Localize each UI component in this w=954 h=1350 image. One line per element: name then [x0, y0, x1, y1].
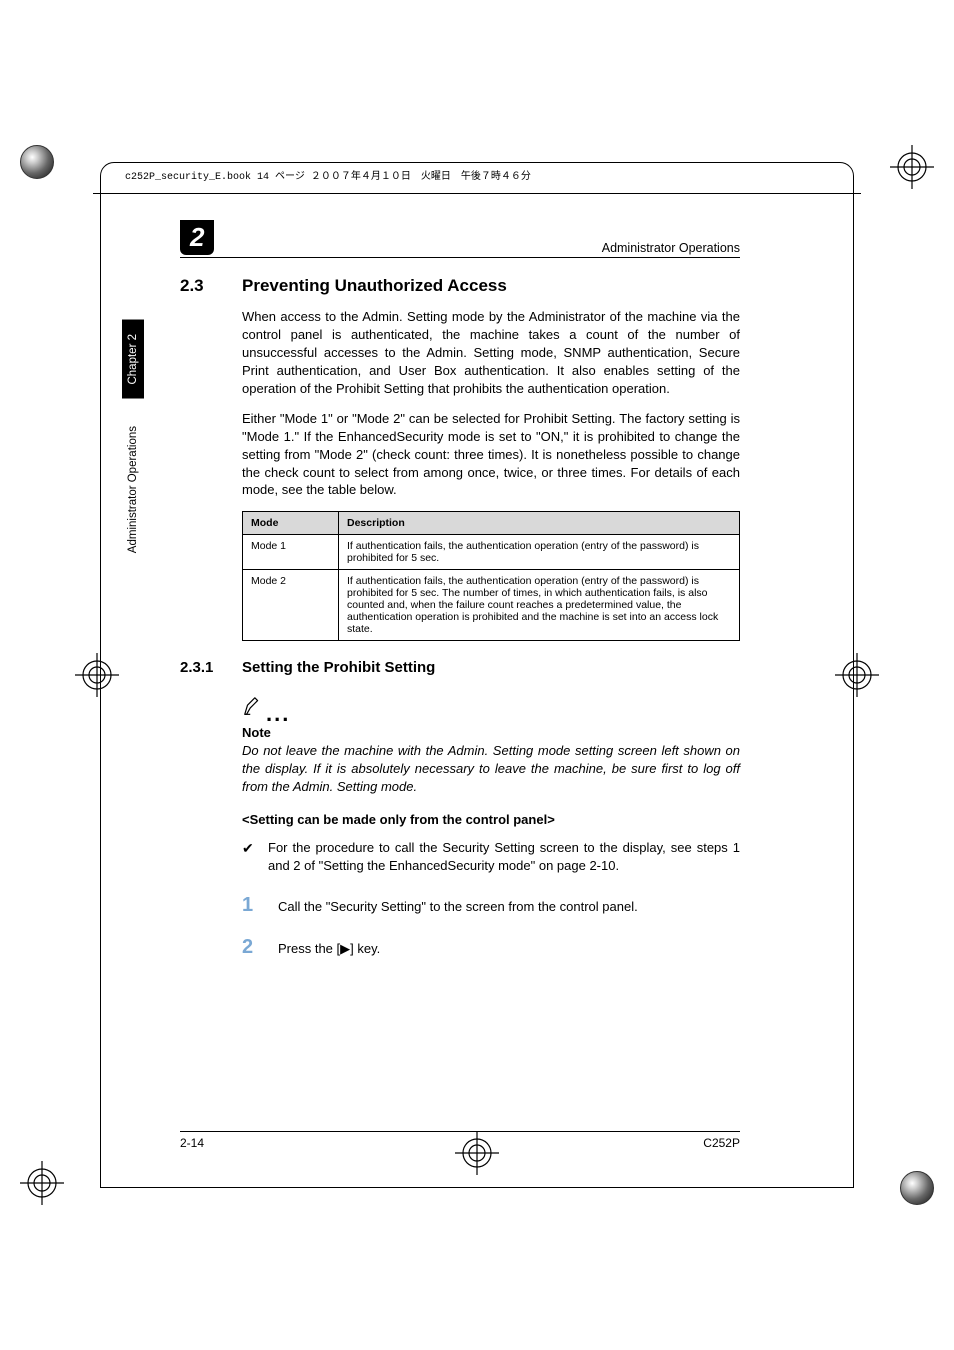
side-tab-chapter: Chapter 2 — [122, 320, 144, 399]
table-row: Mode 2 If authentication fails, the auth… — [243, 570, 740, 641]
content-area: 2 Administrator Operations 2.3 Preventin… — [180, 220, 740, 975]
bold-subheading: <Setting can be made only from the contr… — [242, 812, 740, 827]
ellipsis-icon: ... — [266, 708, 290, 719]
section-number: 2.3 — [180, 276, 242, 296]
running-head: 2 Administrator Operations — [180, 220, 740, 258]
check-item-text: For the procedure to call the Security S… — [268, 839, 740, 875]
step-number: 1 — [242, 891, 278, 919]
section-title: Preventing Unauthorized Access — [242, 276, 507, 296]
hand-writing-icon — [242, 696, 264, 723]
table-cell-mode: Mode 2 — [243, 570, 339, 641]
note-label: Note — [242, 725, 740, 740]
table-row: Mode 1 If authentication fails, the auth… — [243, 535, 740, 570]
note-icon-row: ... — [242, 696, 740, 723]
table-header-mode: Mode — [243, 512, 339, 535]
step-number: 2 — [242, 933, 278, 961]
table-header-desc: Description — [339, 512, 740, 535]
subsection-heading: 2.3.1 Setting the Prohibit Setting — [180, 659, 740, 676]
book-header: c252P_security_E.book 14 ページ ２００７年４月１０日 … — [121, 167, 833, 183]
table-cell-mode: Mode 1 — [243, 535, 339, 570]
checkmark-icon: ✔ — [242, 839, 268, 875]
footer-model: C252P — [703, 1136, 740, 1150]
printer-mark-top-right — [890, 145, 934, 189]
paragraph-2: Either "Mode 1" or "Mode 2" can be selec… — [242, 410, 740, 500]
running-title: Administrator Operations — [602, 241, 740, 255]
paragraph-1: When access to the Admin. Setting mode b… — [242, 308, 740, 398]
step-text: Call the "Security Setting" to the scree… — [278, 898, 638, 916]
side-tab-section: Administrator Operations — [122, 418, 144, 561]
header-rule — [93, 193, 861, 194]
printer-mark-top-left — [20, 145, 54, 179]
subsection-number: 2.3.1 — [180, 659, 242, 676]
section-heading: 2.3 Preventing Unauthorized Access — [180, 276, 740, 296]
printer-mark-bottom-right — [900, 1171, 934, 1205]
subsection-title: Setting the Prohibit Setting — [242, 659, 435, 676]
note-block: ... Note Do not leave the machine with t… — [242, 696, 740, 796]
table-cell-desc: If authentication fails, the authenticat… — [339, 535, 740, 570]
step-text: Press the [▶] key. — [278, 940, 380, 958]
footer-page-number: 2-14 — [180, 1136, 204, 1150]
step-1: 1 Call the "Security Setting" to the scr… — [242, 891, 740, 919]
check-item: ✔ For the procedure to call the Security… — [242, 839, 740, 875]
note-body: Do not leave the machine with the Admin.… — [242, 742, 740, 796]
table-cell-desc: If authentication fails, the authenticat… — [339, 570, 740, 641]
modes-table: Mode Description Mode 1 If authenticatio… — [242, 511, 740, 641]
chapter-badge: 2 — [180, 220, 214, 255]
page-footer: 2-14 C252P — [180, 1131, 740, 1150]
printer-mark-bottom-left — [20, 1161, 64, 1205]
step-2: 2 Press the [▶] key. — [242, 933, 740, 961]
